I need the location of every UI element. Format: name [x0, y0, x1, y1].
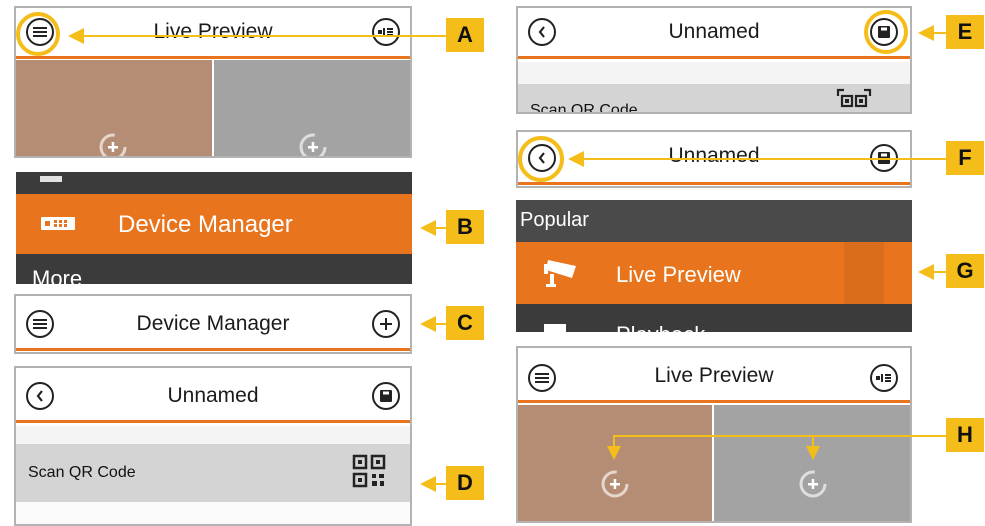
header-bar: Unnamed — [518, 8, 910, 59]
page-title: Live Preview — [654, 364, 774, 387]
scan-qr-row[interactable]: Scan QR Code — [518, 84, 910, 114]
menu-row-below: More — [16, 254, 412, 284]
header-accent — [16, 56, 410, 59]
menu-section-header: Popular — [516, 200, 912, 242]
menu-row-above — [16, 172, 412, 194]
panel-b-menu: Device Manager More — [16, 172, 412, 284]
header-accent — [518, 400, 910, 403]
panel-g-menu: Popular Live Preview Playback — [516, 200, 912, 332]
scan-qr-label: Scan QR Code — [28, 464, 136, 481]
callout-badge-e: E — [946, 15, 984, 49]
scan-qr-label: Scan QR Code — [530, 102, 638, 114]
arrowhead-c — [420, 316, 436, 332]
scan-qr-row[interactable]: Scan QR Code — [16, 444, 410, 502]
panel-e-unnamed: Unnamed Scan QR Code — [516, 6, 912, 114]
header-accent — [518, 182, 910, 185]
header-bar: Live Preview — [518, 352, 910, 403]
qr-code-icon[interactable] — [836, 88, 872, 110]
menu-item-label: Device Manager — [118, 211, 293, 238]
cctv-camera-icon — [544, 260, 576, 287]
save-icon[interactable] — [870, 18, 898, 46]
header-bar: Device Manager — [16, 300, 410, 351]
panel-d-unnamed: Unnamed Scan QR Code — [14, 366, 412, 526]
menu-item-label-partial: Playback — [616, 322, 705, 332]
callout-badge-b: B — [446, 210, 484, 244]
header-accent — [16, 348, 410, 351]
header-accent — [16, 420, 410, 423]
save-icon[interactable] — [372, 382, 400, 410]
video-tile-1[interactable] — [518, 405, 712, 521]
menu-icon-partial — [40, 176, 62, 182]
add-camera-icon[interactable] — [798, 469, 828, 499]
callout-line-a — [80, 35, 448, 37]
arrowhead-b — [420, 220, 436, 236]
menu-section-label: More — [32, 266, 83, 284]
header-accent — [518, 56, 910, 59]
callout-badge-f: F — [946, 141, 984, 175]
row-shade — [844, 242, 884, 304]
header-bar: Unnamed — [16, 372, 410, 423]
arrowhead-f — [568, 151, 584, 167]
menu-section-label: Popular — [520, 209, 589, 231]
arrowhead-a — [68, 28, 84, 44]
arrowhead-h1 — [607, 446, 621, 460]
page-title: Device Manager — [136, 312, 290, 335]
callout-badge-a: A — [446, 18, 484, 52]
panel-c-device-manager: Device Manager — [14, 294, 412, 354]
menu-item-device-manager[interactable]: Device Manager — [16, 194, 412, 254]
video-tile-1[interactable] — [16, 60, 212, 158]
add-camera-icon[interactable] — [600, 469, 630, 499]
callout-badge-c: C — [446, 306, 484, 340]
page-title: Unnamed — [668, 20, 760, 43]
add-icon[interactable] — [372, 310, 400, 338]
empty-row — [16, 502, 410, 524]
arrowhead-d — [420, 476, 436, 492]
menu-row-below: Playback — [516, 304, 912, 332]
menu-item-label: Live Preview — [616, 262, 741, 287]
add-camera-icon[interactable] — [98, 132, 128, 158]
callout-badge-d: D — [446, 466, 484, 500]
callout-badge-g: G — [946, 254, 984, 288]
arrowhead-g — [918, 264, 934, 280]
callout-badge-h: H — [946, 418, 984, 452]
callout-line-f — [580, 158, 948, 160]
camera-list-icon[interactable] — [372, 18, 400, 46]
video-tile-2[interactable] — [714, 405, 910, 521]
spacer-row — [16, 426, 410, 444]
qr-code-icon[interactable] — [352, 454, 386, 488]
dvr-device-icon — [41, 217, 75, 230]
spacer-row — [518, 62, 910, 84]
callout-line-h — [614, 435, 948, 437]
playback-icon-partial — [544, 324, 566, 332]
page-title: Unnamed — [167, 384, 259, 407]
menu-item-live-preview[interactable]: Live Preview — [516, 242, 912, 304]
camera-list-icon[interactable] — [870, 364, 898, 392]
add-camera-icon[interactable] — [298, 132, 328, 158]
arrowhead-h2 — [806, 446, 820, 460]
arrowhead-e — [918, 25, 934, 41]
video-tile-2[interactable] — [214, 60, 410, 158]
